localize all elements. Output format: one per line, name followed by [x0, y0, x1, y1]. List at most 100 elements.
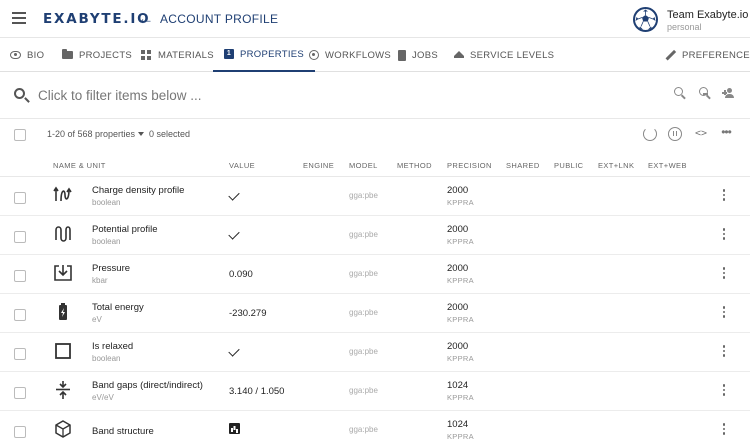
row-checkbox[interactable] [14, 270, 26, 282]
team-name[interactable]: Team Exabyte.io [667, 9, 748, 21]
chevron-down-icon [138, 132, 145, 136]
tab-jobs[interactable]: JOBS [398, 38, 438, 72]
property-model: gga:pbe [349, 425, 378, 434]
precision-unit: KPPRA [447, 354, 474, 363]
list-toolbar: 1-20 of 568 properties 0 selected <> ••• [0, 119, 750, 151]
precision-unit: KPPRA [447, 237, 474, 246]
table-row[interactable]: Charge density profile boolean gga:pbe 2… [0, 177, 750, 216]
profile-tabs: BIO PROJECTS MATERIALS 1 PROPERTIES WORK… [0, 38, 750, 72]
tab-label: SERVICE LEVELS [470, 49, 555, 61]
row-checkbox[interactable] [14, 309, 26, 321]
search-icon[interactable] [673, 86, 689, 102]
more-vertical-icon[interactable] [718, 345, 730, 359]
tab-preferences[interactable]: PREFERENCES [665, 38, 750, 72]
property-unit: boolean [92, 237, 121, 246]
table-row[interactable]: Band structure gga:pbe 1024 KPPRA [0, 411, 750, 448]
select-all-checkbox[interactable] [14, 129, 26, 141]
property-unit: kbar [92, 276, 108, 285]
row-checkbox[interactable] [14, 231, 26, 243]
check-icon [228, 345, 240, 357]
property-unit: boolean [92, 354, 121, 363]
column-method[interactable]: METHOD [397, 161, 432, 170]
back-arrow-icon[interactable]: ← [137, 9, 154, 29]
column-model[interactable]: MODEL [349, 161, 378, 170]
property-name: Total energy [92, 302, 144, 313]
property-model: gga:pbe [349, 230, 378, 239]
column-ext-web[interactable]: EXT+WEB [648, 161, 687, 170]
property-precision: 2000 [447, 341, 469, 352]
page-title: ACCOUNT PROFILE [160, 12, 279, 26]
bar-chart-icon[interactable] [229, 423, 240, 434]
property-name: Band gaps (direct/indirect) [92, 380, 203, 391]
more-vertical-icon[interactable] [718, 423, 730, 437]
property-unit: eV/eV [92, 393, 114, 402]
column-precision[interactable]: PRECISION [447, 161, 492, 170]
tab-materials[interactable]: MATERIALS [141, 38, 214, 72]
table-row[interactable]: Potential profile boolean gga:pbe 2000 K… [0, 216, 750, 255]
property-model: gga:pbe [349, 191, 378, 200]
pencil-icon [663, 47, 679, 63]
column-public[interactable]: PUBLIC [554, 161, 584, 170]
row-checkbox[interactable] [14, 426, 26, 438]
property-name: Band structure [92, 426, 154, 437]
filter-input[interactable] [38, 84, 538, 106]
zoom-out-icon[interactable] [698, 86, 714, 102]
more-vertical-icon[interactable] [718, 306, 730, 320]
pressure-icon [54, 265, 72, 281]
code-icon[interactable]: <> [694, 127, 708, 141]
cube-icon [55, 420, 71, 438]
precision-unit: KPPRA [447, 198, 474, 207]
property-precision: 2000 [447, 224, 469, 235]
tab-label: PREFERENCES [682, 49, 750, 61]
selected-count: 0 selected [149, 129, 191, 139]
layers-icon [454, 50, 464, 58]
column-name[interactable]: NAME & UNIT [53, 161, 106, 170]
tab-properties[interactable]: 1 PROPERTIES [213, 38, 316, 72]
property-name: Is relaxed [92, 341, 134, 352]
top-bar: EXABYTE.IO ← ACCOUNT PROFILE Team Exabyt… [0, 0, 750, 38]
more-vertical-icon[interactable] [718, 267, 730, 281]
add-user-icon[interactable] [722, 86, 738, 102]
tab-workflows[interactable]: WORKFLOWS [309, 38, 391, 72]
pagination-dropdown[interactable]: 1-20 of 568 properties [47, 129, 145, 139]
column-value[interactable]: VALUE [229, 161, 255, 170]
more-horizontal-icon[interactable]: ••• [719, 126, 733, 141]
team-account-type: personal [667, 22, 702, 32]
more-vertical-icon[interactable] [718, 189, 730, 203]
table-row[interactable]: Pressure kbar 0.090 gga:pbe 2000 KPPRA [0, 255, 750, 294]
more-vertical-icon[interactable] [718, 384, 730, 398]
property-model: gga:pbe [349, 386, 378, 395]
precision-unit: KPPRA [447, 276, 474, 285]
column-ext-lnk[interactable]: EXT+LNK [598, 161, 634, 170]
precision-unit: KPPRA [447, 432, 474, 441]
property-name: Pressure [92, 263, 131, 274]
square-icon [55, 343, 71, 359]
table-row[interactable]: Is relaxed boolean gga:pbe 2000 KPPRA [0, 333, 750, 372]
one-icon: 1 [224, 49, 234, 59]
row-checkbox[interactable] [14, 348, 26, 360]
table-row[interactable]: Band gaps (direct/indirect) eV/eV 3.140 … [0, 372, 750, 411]
tab-service-levels[interactable]: SERVICE LEVELS [454, 38, 554, 72]
table-row[interactable]: Total energy eV -230.279 gga:pbe 2000 KP… [0, 294, 750, 333]
folder-icon [62, 49, 73, 59]
grid-icon [141, 49, 152, 61]
tab-projects[interactable]: PROJECTS [62, 38, 132, 72]
row-checkbox[interactable] [14, 192, 26, 204]
row-checkbox[interactable] [14, 387, 26, 399]
team-avatar[interactable] [633, 7, 658, 32]
pause-icon[interactable] [668, 127, 682, 141]
more-vertical-icon[interactable] [718, 228, 730, 242]
property-name: Charge density profile [92, 185, 185, 196]
refresh-icon[interactable] [643, 127, 657, 141]
document-icon [398, 49, 406, 61]
column-shared[interactable]: SHARED [506, 161, 540, 170]
app-logo[interactable]: EXABYTE.IO [43, 11, 150, 27]
tab-bio[interactable]: BIO [10, 38, 44, 72]
property-unit: eV [92, 315, 102, 324]
column-engine[interactable]: ENGINE [303, 161, 334, 170]
hamburger-menu-icon[interactable] [12, 12, 26, 24]
property-name: Potential profile [92, 224, 158, 235]
property-precision: 2000 [447, 302, 469, 313]
table-header: NAME & UNIT VALUE ENGINE MODEL METHOD PR… [0, 155, 750, 177]
pagination-label: 1-20 of 568 properties [47, 129, 136, 139]
